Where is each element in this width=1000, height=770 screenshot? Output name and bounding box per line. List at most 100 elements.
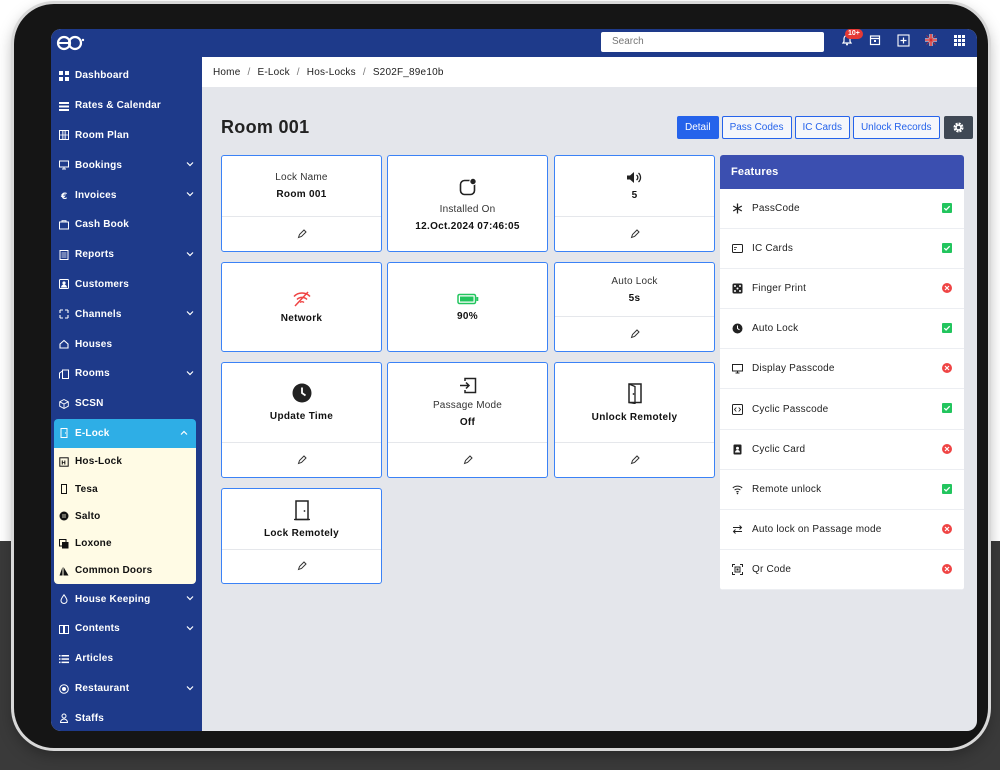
tab-pass-codes[interactable]: Pass Codes (721, 116, 792, 139)
sidebar-item-label: House Keeping (75, 593, 151, 605)
qr-icon (732, 563, 743, 575)
sidebar-item-label: Loxone (75, 538, 112, 550)
auto-lock-label: Auto Lock (611, 275, 658, 287)
sidebar-item-label: Houses (75, 338, 113, 350)
sidebar-item-label: Dashboard (75, 70, 130, 82)
tab-unlock-records[interactable]: Unlock Records (852, 116, 940, 139)
card-content: Installed On 12.Oct.2024 07:46:05 (388, 156, 547, 252)
sidebar-item-scsn[interactable]: SCSN (51, 389, 202, 419)
chevron-down-icon[interactable] (186, 160, 194, 168)
features-panel: Features PassCode IC Cards Finger Print Aut… (720, 155, 964, 590)
sidebar-item-contents[interactable]: Contents (51, 614, 202, 644)
elock-submenu: H Hos-Lock Tesa Salto Loxone Common Doors (54, 448, 196, 585)
card-footer (222, 216, 381, 251)
volume-icon (627, 172, 642, 183)
card-content: 5 (555, 156, 714, 217)
breadcrumb-home[interactable]: Home (213, 67, 240, 78)
settings-button[interactable] (943, 116, 973, 139)
chevron-down-icon[interactable] (186, 190, 194, 198)
breadcrumb-elock[interactable]: E-Lock (257, 67, 289, 78)
sidebar-item-salto[interactable]: Salto (54, 503, 196, 530)
sidebar-item-room-plan[interactable]: Room Plan (51, 121, 202, 151)
bell-icon[interactable]: 10+ (840, 29, 863, 47)
edit-icon[interactable] (463, 454, 473, 465)
chevron-down-icon[interactable] (186, 624, 194, 632)
card-content: Lock Remotely (222, 489, 381, 550)
sidebar-item-houses[interactable]: Houses (51, 329, 202, 359)
sidebar-item-invoices[interactable]: € Invoices (51, 180, 202, 210)
edit-icon[interactable] (630, 228, 640, 239)
sidebar-item-rooms[interactable]: Rooms (51, 359, 202, 389)
sidebar-item-loxone[interactable]: Loxone (54, 530, 196, 557)
sidebar-item-reports[interactable]: Reports (51, 240, 202, 270)
feature-label: Finger Print (752, 283, 807, 295)
gear-icon (953, 122, 964, 133)
edit-icon[interactable] (297, 228, 307, 239)
door-closed-icon (293, 499, 310, 520)
card-footer (555, 216, 714, 251)
wifi-off-icon (292, 291, 311, 307)
tab-detail[interactable]: Detail (677, 116, 719, 139)
user-icon (59, 713, 69, 724)
add-icon[interactable] (896, 33, 910, 47)
sidebar-item-channels[interactable]: Channels (51, 299, 202, 329)
grid-icon (59, 130, 69, 141)
card-content: Lock Name Room 001 (222, 156, 381, 217)
chevron-down-icon[interactable] (186, 250, 194, 258)
breadcrumb: Home / E-Lock / Hos-Locks / S202F_89e10b (202, 57, 977, 87)
breadcrumb-hos-locks[interactable]: Hos-Locks (307, 67, 356, 78)
uk-flag-icon[interactable] (924, 33, 938, 47)
card-content: Auto Lock 5s (555, 263, 714, 317)
edit-icon[interactable] (630, 328, 640, 339)
search-input[interactable] (601, 32, 824, 52)
lock-remotely-card[interactable]: Lock Remotely (221, 488, 382, 584)
sidebar-item-common-doors[interactable]: Common Doors (54, 557, 196, 584)
edit-icon[interactable] (297, 454, 307, 465)
asterisk-icon (732, 203, 743, 214)
tab-ic-cards[interactable]: IC Cards (794, 116, 850, 139)
brand-logo[interactable] (55, 33, 87, 53)
chevron-down-icon[interactable] (186, 309, 194, 317)
sidebar-item-bookings[interactable]: Bookings (51, 150, 202, 180)
sidebar-item-label: Room Plan (75, 129, 130, 141)
network-card: Network (221, 262, 382, 352)
calendar-icon[interactable] (868, 33, 882, 47)
sidebar-item-label: Staffs (75, 712, 104, 724)
edit-icon[interactable] (297, 561, 307, 571)
battery-value: 90% (457, 311, 478, 322)
sidebar-item-label: E-Lock (75, 427, 110, 439)
feature-label: Cyclic Passcode (752, 403, 829, 415)
clock-icon (292, 383, 311, 403)
chevron-down-icon[interactable] (186, 594, 194, 602)
sidebar-item-label: Reports (75, 249, 115, 261)
sidebar-item-cash-book[interactable]: Cash Book (51, 210, 202, 240)
lock-remotely-label: Lock Remotely (263, 527, 340, 539)
check-icon (942, 243, 952, 254)
auto-lock-card: Auto Lock 5s (554, 262, 715, 352)
volume-value: 5 (631, 190, 638, 201)
network-label: Network (280, 313, 323, 324)
feature-label: IC Cards (752, 243, 794, 255)
chevron-down-icon[interactable] (186, 684, 194, 692)
sidebar-item-e-lock[interactable]: E-Lock (54, 418, 196, 449)
sidebar-item-dashboard[interactable]: Dashboard (51, 61, 202, 91)
sidebar-item-tesa[interactable]: Tesa (54, 476, 196, 503)
edit-icon[interactable] (630, 454, 640, 465)
sidebar-item-customers[interactable]: Customers (51, 270, 202, 300)
clock-icon (732, 323, 743, 334)
detail-tabs: Detail Pass Codes IC Cards Unlock Record… (677, 116, 973, 139)
sidebar-item-articles[interactable]: Articles (51, 644, 202, 674)
installed-on-card: Installed On 12.Oct.2024 07:46:05 (387, 155, 548, 252)
unlock-remotely-card[interactable]: Unlock Remotely (554, 362, 715, 478)
cross-icon (942, 563, 952, 574)
chevron-down-icon[interactable] (186, 369, 194, 377)
chevron-up-icon[interactable] (180, 429, 188, 437)
sidebar-item-hos-lock[interactable]: H Hos-Lock (54, 448, 196, 475)
salto-icon (59, 511, 69, 521)
sidebar-item-restaurant[interactable]: Restaurant (51, 674, 202, 704)
sidebar-item-staffs[interactable]: Staffs (51, 703, 202, 731)
sidebar-item-house-keeping[interactable]: House Keeping (51, 584, 202, 614)
passage-mode-value: Off (459, 417, 476, 428)
apps-grid-icon[interactable] (952, 33, 966, 47)
sidebar-item-rates-calendar[interactable]: Rates & Calendar (51, 91, 202, 121)
